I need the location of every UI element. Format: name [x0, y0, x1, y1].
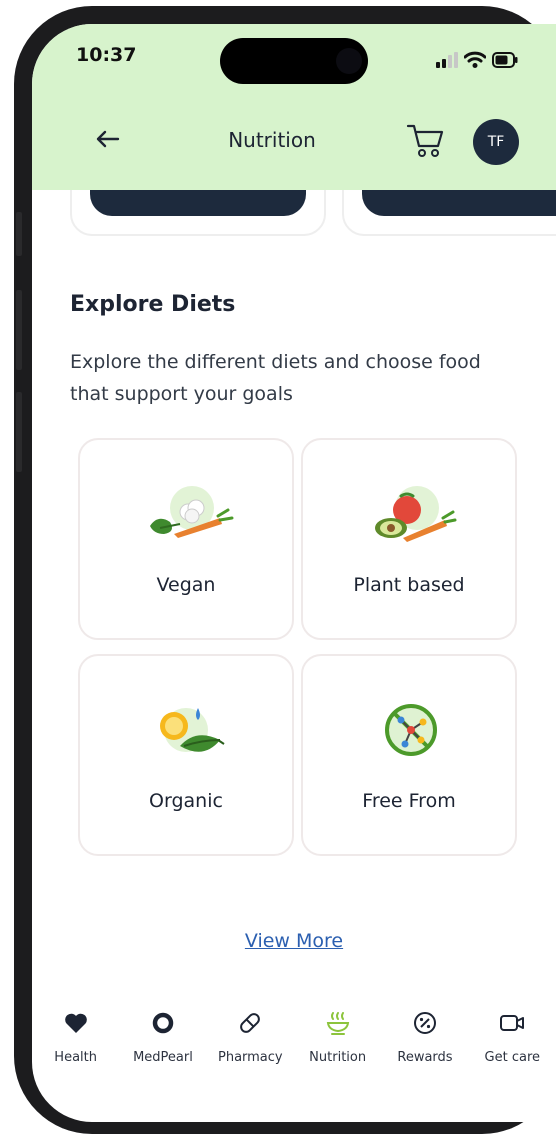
- tab-label: Rewards: [397, 1050, 453, 1065]
- app-screen: Add to cart Add to cart 10:37: [32, 24, 556, 1122]
- tab-label: Pharmacy: [217, 1050, 283, 1065]
- tab-health[interactable]: Health: [36, 1008, 116, 1088]
- organic-icon: [160, 708, 225, 752]
- battery-icon: [492, 52, 518, 68]
- section-description: Explore the different diets and choose f…: [70, 351, 481, 405]
- video-icon: [500, 1015, 525, 1031]
- cart-icon[interactable]: [406, 122, 446, 160]
- tab-medpearl[interactable]: MedPearl: [123, 1008, 203, 1088]
- section-title: Explore Diets: [70, 292, 236, 317]
- side-button: [16, 212, 22, 256]
- tab-rewards[interactable]: Rewards: [385, 1008, 465, 1088]
- diet-card-plant-based[interactable]: Plant based: [301, 438, 517, 640]
- tab-get-care[interactable]: Get care: [472, 1008, 552, 1088]
- tab-label: Get care: [484, 1050, 541, 1065]
- diet-card-vegan[interactable]: Vegan: [78, 438, 294, 640]
- diet-label: Vegan: [156, 574, 216, 596]
- pill-icon: [240, 1013, 261, 1033]
- diet-label: Organic: [149, 790, 223, 812]
- heart-icon: [64, 1013, 87, 1033]
- tab-label: Health: [54, 1050, 97, 1065]
- tab-pharmacy[interactable]: Pharmacy: [210, 1008, 290, 1088]
- diet-card-organic[interactable]: Organic: [78, 654, 294, 856]
- vegan-icon: [150, 486, 234, 538]
- percent-icon: [413, 1012, 436, 1034]
- avatar[interactable]: TF: [473, 119, 519, 165]
- tab-label: MedPearl: [133, 1050, 193, 1065]
- side-button: [16, 392, 22, 472]
- tab-label: Nutrition: [309, 1050, 367, 1065]
- status-time: 10:37: [76, 44, 137, 66]
- bottom-tab-bar: Health MedPearl Pharmacy Nutrition Rewar…: [32, 1008, 556, 1088]
- diet-card-free-from[interactable]: Free From: [301, 654, 517, 856]
- diet-label: Free From: [362, 790, 456, 812]
- signal-icon: [436, 52, 458, 68]
- plant-based-icon: [375, 486, 457, 542]
- ring-icon: [152, 1012, 174, 1034]
- free-from-icon: [385, 704, 437, 756]
- bowl-icon: [326, 1012, 349, 1035]
- app-header: 10:37 Nutrition TF: [32, 24, 556, 190]
- tab-nutrition[interactable]: Nutrition: [298, 1008, 378, 1088]
- camera: [336, 48, 362, 74]
- status-icons: [436, 46, 518, 68]
- wifi-icon: [464, 51, 486, 68]
- side-button: [16, 290, 22, 370]
- view-more-link[interactable]: View More: [32, 930, 556, 952]
- diet-label: Plant based: [353, 574, 465, 596]
